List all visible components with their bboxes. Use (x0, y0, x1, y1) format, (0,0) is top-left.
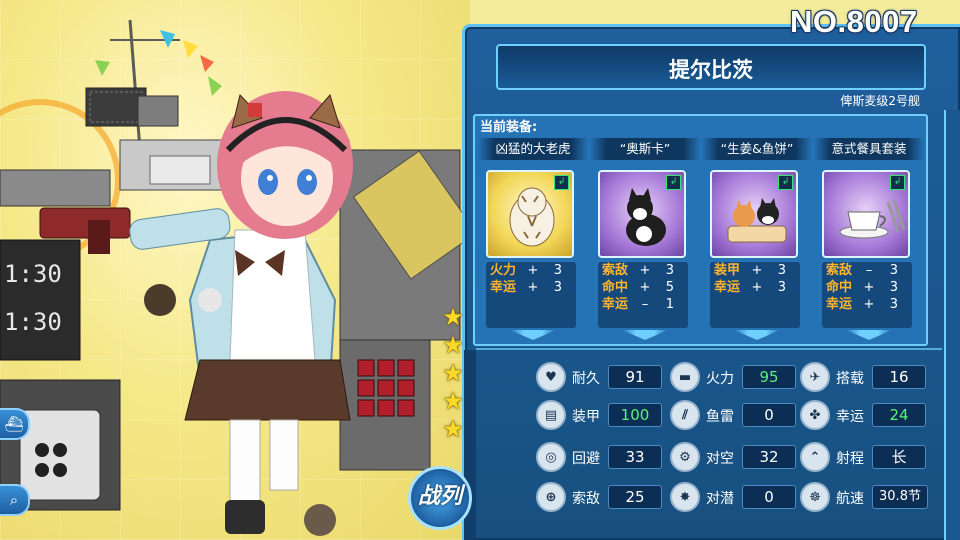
rarity-stars: ★ ★ ★ ★ ★ (440, 304, 470, 444)
equipment-slot-2[interactable]: “奥斯卡” ↲ 索敌 +3 命中 +5 幸运 –1 (590, 138, 700, 342)
stat-torpedo: ⫽ 鱼雷 0 (670, 400, 796, 430)
equipment-stat: 装甲 +3 (714, 263, 786, 278)
section-divider (476, 348, 942, 350)
ship-icon: ⛴ (4, 415, 24, 433)
torpedo-icon: ⫽ (670, 400, 700, 430)
armor-icon: ▤ (536, 400, 566, 430)
anti-air-icon: ⚙ (670, 442, 700, 472)
equipment-stat: 幸运 +3 (714, 280, 786, 295)
stat-speed: ☸ 航速 30.8节 (800, 482, 928, 512)
equipment-stats: 装甲 +3 幸运 +3 (710, 262, 800, 328)
equipment-stat: 索敌 +3 (602, 263, 674, 278)
equipment-title: 当前装备: (480, 120, 538, 135)
evasion-icon: ◎ (536, 442, 566, 472)
equipment-slot-1[interactable]: 凶猛的大老虎 ↲ 火力 +3 幸运 +3 (478, 138, 588, 342)
battleship-type-button[interactable]: 战列 (408, 466, 472, 530)
stat-anti-air: ⚙ 对空 32 (670, 442, 796, 472)
stat-hp: ♥ 耐久 91 (536, 362, 662, 392)
equip-change-icon[interactable]: ↲ (666, 175, 681, 190)
equip-change-icon[interactable]: ↲ (890, 175, 905, 190)
teacup-icon[interactable]: ↲ (822, 170, 910, 258)
radar-icon: ⊕ (536, 482, 566, 512)
ship-number: NO.8007 (790, 4, 918, 39)
equipment-stat: 幸运 –1 (602, 297, 674, 312)
ship-name-bar: 提尔比茨 (496, 44, 926, 90)
stat-luck: ✤ 幸运 24 (800, 400, 926, 430)
stat-aircraft: ✈ 搭载 16 (800, 362, 926, 392)
screen-time-bottom: 1:30 (4, 308, 62, 336)
cannon-icon: ▬ (670, 362, 700, 392)
character-artwork: 1:30 1:30 ⛴ ⌕ (0, 0, 470, 540)
cat-icon[interactable]: ↲ (598, 170, 686, 258)
equipment-stat: 幸运 +3 (826, 297, 898, 312)
stat-range: ⌃ 射程 长 (800, 442, 926, 472)
equipment-stat: 索敌 –3 (826, 263, 898, 278)
two-cats-icon[interactable]: ↲ (710, 170, 798, 258)
equipment-stats: 索敌 –3 命中 +3 幸运 +3 (822, 262, 912, 328)
equipment-slot-3[interactable]: “生姜&鱼饼” ↲ 装甲 +3 幸运 +3 (702, 138, 812, 342)
heart-shield-icon: ♥ (536, 362, 566, 392)
equipment-name: 意式餐具套装 (814, 138, 924, 160)
equipment-stats: 索敌 +3 命中 +5 幸运 –1 (598, 262, 688, 328)
star-icon: ★ (442, 331, 464, 359)
search-icon: ⌕ (9, 491, 19, 509)
ship-stats-grid: ♥ 耐久 91 ▬ 火力 95 ✈ 搭载 16 ▤ 装甲 100 ⫽ 鱼雷 0 … (474, 352, 944, 522)
stat-firepower: ▬ 火力 95 (670, 362, 796, 392)
stat-armor: ▤ 装甲 100 (536, 400, 662, 430)
ship-name: 提尔比茨 (669, 58, 753, 82)
screen-time-top: 1:30 (4, 260, 62, 288)
panel-right-rail (944, 110, 960, 540)
equipment-name: “生姜&鱼饼” (702, 138, 812, 160)
plane-icon: ✈ (800, 362, 830, 392)
fleet-side-button[interactable]: ⛴ (0, 408, 30, 440)
equipment-stat: 命中 +5 (602, 280, 674, 295)
equipment-name: “奥斯卡” (590, 138, 700, 160)
star-icon: ★ (442, 303, 464, 331)
ship-class: 俾斯麦级2号舰 (840, 94, 920, 108)
equipment-stat: 命中 +3 (826, 280, 898, 295)
depth-charge-icon: ✸ (670, 482, 700, 512)
chevron-down-icon[interactable] (734, 330, 780, 340)
clover-icon: ✤ (800, 400, 830, 430)
equipment-stat: 幸运 +3 (490, 280, 562, 295)
stat-evasion: ◎ 回避 33 (536, 442, 662, 472)
chevron-down-icon[interactable] (622, 330, 668, 340)
stat-recon: ⊕ 索敌 25 (536, 482, 662, 512)
star-icon: ★ (442, 387, 464, 415)
equipment-name: 凶猛的大老虎 (478, 138, 588, 160)
equip-change-icon[interactable]: ↲ (778, 175, 793, 190)
stat-anti-sub: ✸ 对潜 0 (670, 482, 796, 512)
equipment-stats: 火力 +3 幸运 +3 (486, 262, 576, 328)
chevron-down-icon[interactable] (510, 330, 556, 340)
equipment-slot-4[interactable]: 意式餐具套装 ↲ 索敌 –3 命中 +3 幸运 +3 (814, 138, 924, 342)
chevron-down-icon[interactable] (846, 330, 892, 340)
star-icon: ★ (442, 359, 464, 387)
range-icon: ⌃ (800, 442, 830, 472)
star-icon: ★ (442, 415, 464, 443)
equipment-stat: 火力 +3 (490, 263, 562, 278)
tiger-icon[interactable]: ↲ (486, 170, 574, 258)
search-side-button[interactable]: ⌕ (0, 484, 30, 516)
speed-icon: ☸ (800, 482, 830, 512)
equip-change-icon[interactable]: ↲ (554, 175, 569, 190)
